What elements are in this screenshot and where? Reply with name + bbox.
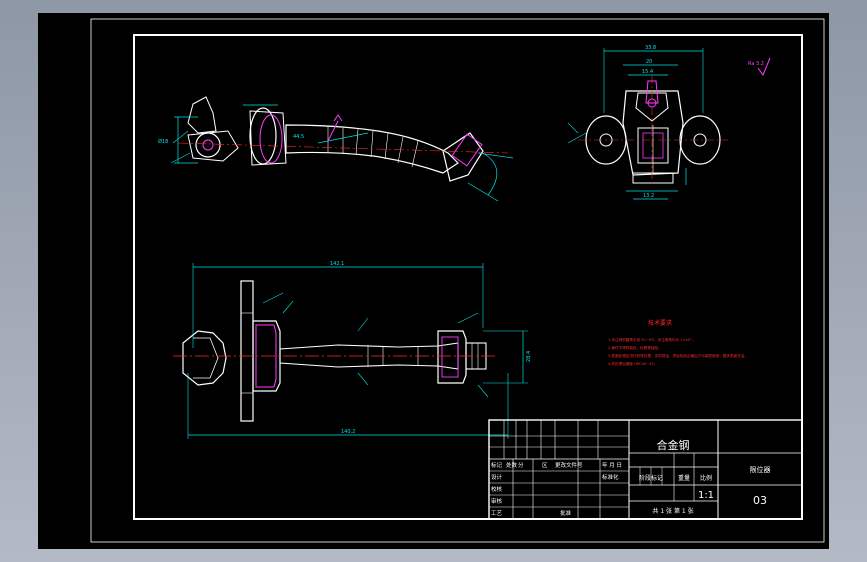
dim-side-height: 28.4 <box>526 351 532 362</box>
approve-label: 批准 <box>560 509 572 517</box>
checker-label: 校核 <box>491 485 503 493</box>
view-front: 142.1 140.2 28.4 <box>173 261 532 439</box>
material-value: 合金钢 <box>657 438 690 452</box>
tech-line-4: 4.热处理后硬度 HRC40~45。 <box>608 361 657 366</box>
row-count: 处数 <box>506 461 518 469</box>
dim-top-width: 33.8 <box>645 45 656 51</box>
sheet-count: 共 1 张 第 1 张 <box>652 507 693 515</box>
dim-left-dia: Ø18 <box>158 138 168 145</box>
row-zone: 分 <box>518 461 524 469</box>
reviewer-label: 审核 <box>491 497 503 505</box>
process-label: 工艺 <box>491 510 503 517</box>
roughness-label: Ra 3.2 <box>748 61 764 67</box>
outer-frame <box>90 18 825 543</box>
dim-overall-top: 142.1 <box>330 261 344 267</box>
row-date: 年 月 日 <box>602 461 622 469</box>
stage-mark-label: 阶段标记 <box>639 474 663 482</box>
dim-tube-length: 44.5 <box>293 134 304 140</box>
part-name: 限位器 <box>750 465 771 474</box>
dim-inner-width2: 15.4 <box>642 69 653 75</box>
drawing-number: 03 <box>753 494 767 507</box>
dim-bottom-width: 13.2 <box>643 193 654 199</box>
row-marker: 标记 <box>491 461 503 469</box>
tech-line-3: 3.表面处理后进行防锈处理，涂防锈油，须经检验合格后方可装配使用，整体表面光洁。 <box>608 353 748 358</box>
weight-label: 重量 <box>678 474 690 482</box>
scale-value: 1:1 <box>698 490 714 501</box>
scale-label: 比例 <box>700 474 712 482</box>
dim-inner-width: 20 <box>646 59 652 65</box>
cad-drawing-canvas[interactable]: 44.5 Ø18 33.8 20 15.4 13.2 Ra 3.2 142.1 … <box>38 13 829 549</box>
tech-heading: 技术要求 <box>648 319 672 327</box>
tech-requirements: 技术要求 1.未注明的圆角半径 R1~R3，未注倒角均为 1×45°。 2.铸件… <box>608 319 748 366</box>
view-bent-arm: 44.5 Ø18 <box>158 96 514 202</box>
tech-line-1: 1.未注明的圆角半径 R1~R3，未注倒角均为 1×45°。 <box>608 337 695 342</box>
row-change-doc: 更改文件号 <box>555 461 583 469</box>
view-end: 33.8 20 15.4 13.2 Ra 3.2 <box>567 45 771 200</box>
cad-drawing-sheet[interactable]: 44.5 Ø18 33.8 20 15.4 13.2 Ra 3.2 142.1 … <box>38 13 829 549</box>
designer-label: 设计 <box>491 473 503 481</box>
inner-frame <box>133 34 803 520</box>
dim-overall-length: 140.2 <box>341 429 355 435</box>
standardize-label: 标准化 <box>602 473 619 481</box>
tech-line-2: 2.铸件不得有裂纹、砂眼等缺陷。 <box>608 345 662 350</box>
row-zone2: 区 <box>542 462 548 469</box>
